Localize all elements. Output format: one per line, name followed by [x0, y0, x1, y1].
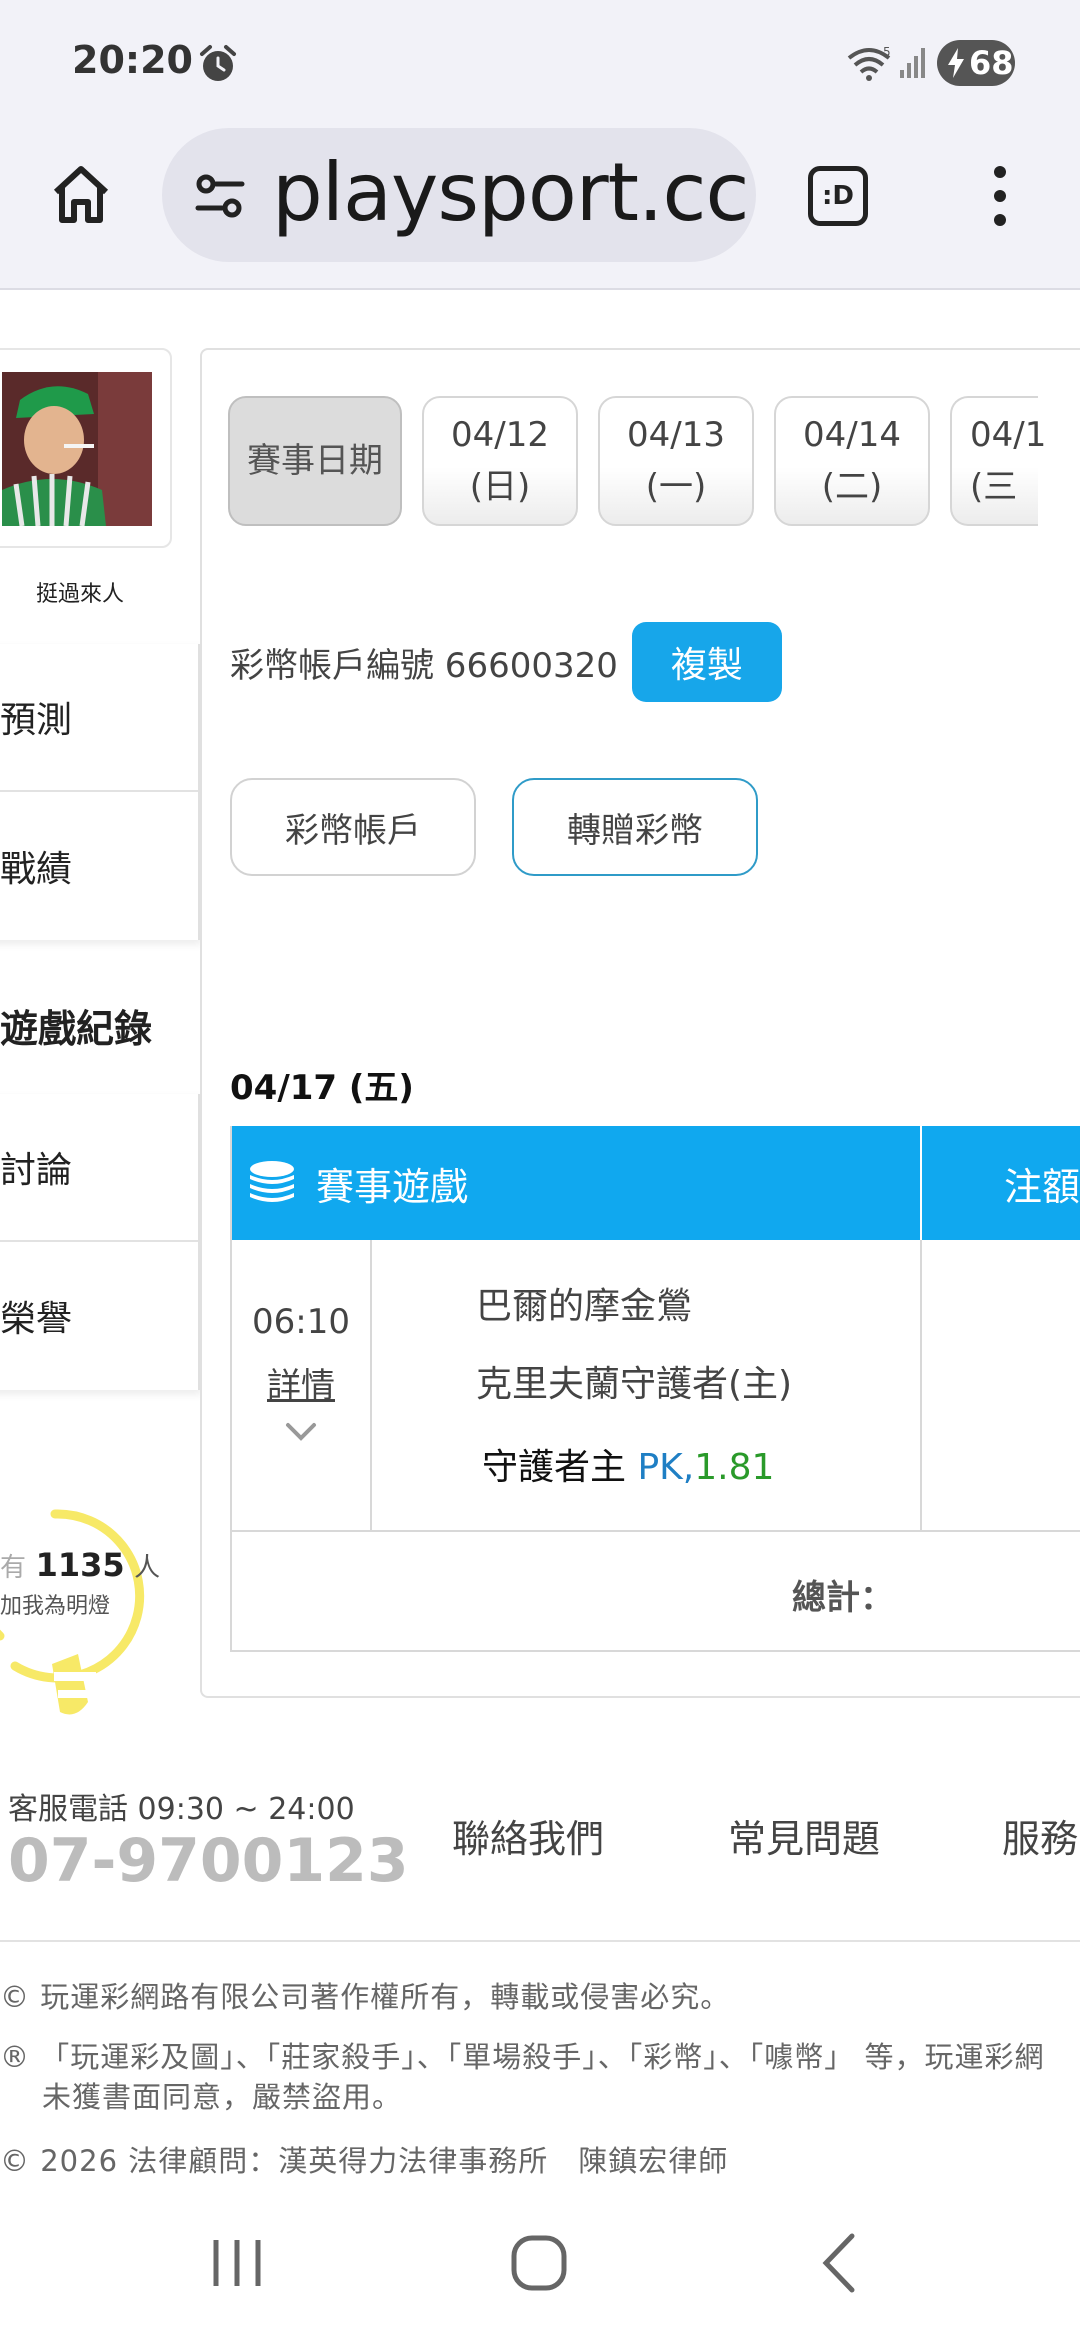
- sidebar-item-record[interactable]: 戰績: [0, 792, 198, 940]
- total-label: 總計：: [792, 1578, 894, 1618]
- address-bar[interactable]: playsport.cc: [162, 128, 756, 262]
- wifi-icon: 5: [847, 45, 891, 81]
- header-game-label: 賽事遊戲: [316, 1164, 469, 1209]
- fans-unit: 人: [134, 1553, 161, 1583]
- home-circle-icon[interactable]: [504, 2228, 574, 2298]
- trademark-text-2: 未獲書面同意，嚴禁盜用。: [42, 2080, 403, 2114]
- tab-date: 04/13: [627, 415, 725, 455]
- table-header: 賽事遊戲 注額: [232, 1126, 1080, 1240]
- avatar-card[interactable]: [0, 348, 172, 548]
- tab-switcher-icon[interactable]: :D: [808, 166, 868, 226]
- account-number: 彩幣帳戶編號 66600320: [230, 645, 618, 686]
- date-tabs: 賽事日期 04/12 (日) 04/13 (一) 04/14 (二) 04/1 …: [228, 396, 1047, 526]
- sidebar-item-game-log[interactable]: 遊戲紀錄: [0, 998, 152, 1053]
- tab-date: 04/14: [803, 415, 901, 455]
- home-icon[interactable]: [46, 160, 116, 230]
- hotline-label: 客服電話 09:30 ~ 24:00: [8, 1792, 355, 1827]
- transfer-coins-button[interactable]: 轉贈彩幣: [512, 778, 758, 876]
- tab-date: 04/12: [451, 415, 549, 455]
- tab-date-0413[interactable]: 04/13 (一): [598, 396, 754, 526]
- fans-count: 1135: [35, 1546, 125, 1584]
- signal-icon: [900, 48, 925, 78]
- sidebar-item-predict[interactable]: 預測: [0, 644, 198, 792]
- table-total-row: 總計：: [232, 1532, 1080, 1652]
- tab-date-0414[interactable]: 04/14 (二): [774, 396, 930, 526]
- page-content: 挺過來人 預測 戰績 遊戲紀錄 討論 榮譽 有 1135 人 加我為明燈 賽事日…: [0, 292, 1080, 2184]
- coins-icon: [250, 1161, 294, 1202]
- pick-type: PK,: [637, 1447, 695, 1488]
- bolt-icon: [948, 48, 964, 78]
- footer-divider: [0, 1940, 1080, 1942]
- trademark-text: ® 「玩運彩及圖」、「莊家殺手」、「單場殺手」、「彩幣」、「噱幣」 等，玩運彩網: [0, 2040, 1045, 2074]
- pick-team: 守護者主: [482, 1447, 627, 1488]
- copy-button[interactable]: 複製: [631, 622, 782, 702]
- sidebar-menu-top: 預測 戰績: [0, 644, 200, 940]
- header-bet: 注額: [1004, 1164, 1080, 1209]
- header-game: 賽事遊戲: [232, 1126, 922, 1240]
- fans-count-line: 有 1135 人: [0, 1546, 160, 1584]
- legal-advisor-text: © 2026 法律顧問：漢英得力法律事務所 陳鎮宏律師: [0, 2144, 729, 2178]
- battery-level: 68: [969, 44, 1014, 82]
- avatar[interactable]: [2, 372, 152, 526]
- lightbulb-icon: [0, 1509, 145, 1715]
- status-time: 20:20: [72, 38, 193, 82]
- match-time: 06:10: [252, 1302, 350, 1342]
- copyright-text: © 玩運彩網路有限公司著作權所有，轉載或侵害必究。: [0, 1980, 731, 2014]
- user-name[interactable]: 挺過來人: [10, 576, 150, 608]
- tab-weekday: (日): [469, 467, 531, 507]
- site-settings-icon[interactable]: [192, 168, 248, 224]
- tab-match-date-label: 賽事日期: [247, 441, 383, 481]
- footer-link-contact[interactable]: 聯絡我們: [452, 1808, 604, 1863]
- away-team: 巴爾的摩金鶯: [476, 1286, 693, 1327]
- svg-text:5: 5: [883, 45, 891, 59]
- pick-odds: 1.81: [694, 1447, 775, 1488]
- status-bar: 20:20 5 68: [0, 0, 1080, 126]
- system-nav-bar: [0, 2184, 1080, 2340]
- fans-caption[interactable]: 加我為明燈: [0, 1588, 110, 1620]
- tab-weekday: (一): [645, 467, 707, 507]
- battery-charging-icon: 68: [937, 40, 1015, 86]
- back-icon[interactable]: [806, 2228, 876, 2298]
- account-number-line: 彩幣帳戶編號 66600320 複製: [230, 622, 782, 702]
- tab-weekday: (二): [821, 467, 883, 507]
- url-text[interactable]: playsport.cc: [272, 146, 749, 239]
- recent-apps-icon[interactable]: [202, 2228, 272, 2298]
- alarm-icon: [200, 45, 236, 81]
- tab-match-date[interactable]: 賽事日期: [228, 396, 402, 526]
- chevron-down-icon[interactable]: [284, 1421, 318, 1443]
- tab-date: 04/1: [970, 415, 1047, 455]
- fans-prefix: 有: [0, 1553, 27, 1583]
- browser-toolbar: playsport.cc :D: [0, 126, 1080, 290]
- tab-weekday: (三: [970, 467, 1018, 507]
- tab-date-0412[interactable]: 04/12 (日): [422, 396, 578, 526]
- details-link[interactable]: 詳情: [232, 1358, 370, 1407]
- hotline-number[interactable]: 07-9700123: [8, 1826, 409, 1896]
- record-date: 04/17 (五): [230, 1068, 414, 1108]
- bet-cell: [922, 1240, 1080, 1530]
- more-vert-icon[interactable]: [982, 162, 1018, 230]
- table-row: 06:10 詳情 巴爾的摩金鶯 克里夫蘭守護者(主) 守護者主 PK,1.81: [232, 1240, 1080, 1532]
- footer-link-faq[interactable]: 常見問題: [728, 1808, 880, 1863]
- match-teams-cell: 巴爾的摩金鶯 克里夫蘭守護者(主) 守護者主 PK,1.81: [372, 1240, 922, 1530]
- match-time-cell: 06:10 詳情: [232, 1240, 372, 1530]
- footer-link-service[interactable]: 服務: [1002, 1808, 1078, 1863]
- game-record-table: 賽事遊戲 注額 06:10 詳情 巴爾的摩金鶯 克里夫蘭守護者(主) 守護者主 …: [230, 1126, 1080, 1652]
- home-team: 克里夫蘭守護者(主): [476, 1364, 793, 1405]
- avatar-photo: [2, 372, 152, 526]
- sidebar-item-discussion[interactable]: 討論: [0, 1094, 198, 1242]
- sidebar-menu-bottom: 討論 榮譽: [0, 1094, 200, 1390]
- coin-account-button[interactable]: 彩幣帳戶: [230, 778, 476, 876]
- sidebar-item-honor[interactable]: 榮譽: [0, 1242, 198, 1390]
- pick-line: 守護者主 PK,1.81: [482, 1438, 920, 1490]
- tab-date-0415[interactable]: 04/1 (三: [950, 396, 1047, 526]
